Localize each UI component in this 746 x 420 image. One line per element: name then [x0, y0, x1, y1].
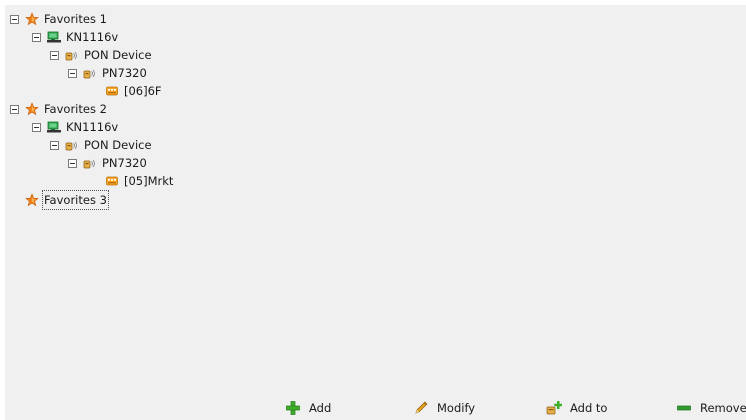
tree-node-label: KN1116v [66, 30, 119, 44]
tree-node-label: KN1116v [66, 120, 119, 134]
tree-node-favorites-2[interactable]: Favorites 2 [10, 100, 108, 118]
add-button[interactable]: Add [285, 398, 331, 418]
tree-node-label: Favorites 3 [42, 190, 109, 210]
collapse-toggle-icon[interactable] [32, 32, 41, 42]
tree-node-label: [06]6F [124, 84, 162, 98]
tree-node-label: PON Device [84, 48, 152, 62]
favorites-tree-panel: Favorites 1 KN1116v PON Device PN7320 [0… [5, 5, 746, 420]
tree-node-label: PN7320 [102, 156, 147, 170]
modify-button[interactable]: Modify [413, 398, 475, 418]
onu-icon [105, 84, 119, 98]
network-switch-icon [47, 120, 61, 134]
collapse-toggle-icon[interactable] [32, 122, 41, 132]
network-switch-icon [47, 30, 61, 44]
collapse-toggle-icon[interactable] [10, 14, 19, 24]
collapse-toggle-icon[interactable] [10, 104, 19, 114]
tree-node-favorites-3[interactable]: Favorites 3 [10, 190, 109, 210]
tree-node-label: PON Device [84, 138, 152, 152]
modify-button-label: Modify [437, 401, 476, 415]
pon-device-icon [65, 138, 79, 152]
tree-node-switch[interactable]: KN1116v [32, 118, 119, 136]
collapse-toggle-icon[interactable] [50, 140, 59, 150]
add-to-button[interactable]: Add to [546, 398, 607, 418]
remove-button-label: Remove [700, 401, 746, 415]
tree-node-onu[interactable]: [05]Mrkt [105, 172, 174, 190]
tree-node-pon-device[interactable]: PON Device [50, 136, 153, 154]
tree-node-label: [05]Mrkt [124, 174, 174, 188]
minus-icon [676, 400, 692, 416]
star-icon [25, 193, 39, 207]
star-icon [25, 102, 39, 116]
pencil-icon [413, 400, 429, 416]
add-to-button-label: Add to [570, 401, 608, 415]
collapse-toggle-icon[interactable] [50, 50, 59, 60]
pon-device-icon [83, 66, 97, 80]
add-button-label: Add [309, 401, 332, 415]
tree-node-favorites-1[interactable]: Favorites 1 [10, 10, 108, 28]
tree-node-olt[interactable]: PN7320 [68, 154, 148, 172]
tree-node-pon-device[interactable]: PON Device [50, 46, 153, 64]
onu-icon [105, 174, 119, 188]
collapse-toggle-icon[interactable] [68, 68, 77, 78]
pon-device-icon [83, 156, 97, 170]
star-icon [25, 12, 39, 26]
tree-node-label: PN7320 [102, 66, 147, 80]
tree-node-onu[interactable]: [06]6F [105, 82, 163, 100]
add-to-device-icon [546, 400, 562, 416]
tree-node-label: Favorites 1 [44, 12, 107, 26]
plus-icon [285, 400, 301, 416]
tree-node-label: Favorites 2 [44, 102, 107, 116]
tree-node-switch[interactable]: KN1116v [32, 28, 119, 46]
pon-device-icon [65, 48, 79, 62]
remove-button[interactable]: Remove [676, 398, 746, 418]
collapse-toggle-icon[interactable] [68, 158, 77, 168]
tree-node-olt[interactable]: PN7320 [68, 64, 148, 82]
